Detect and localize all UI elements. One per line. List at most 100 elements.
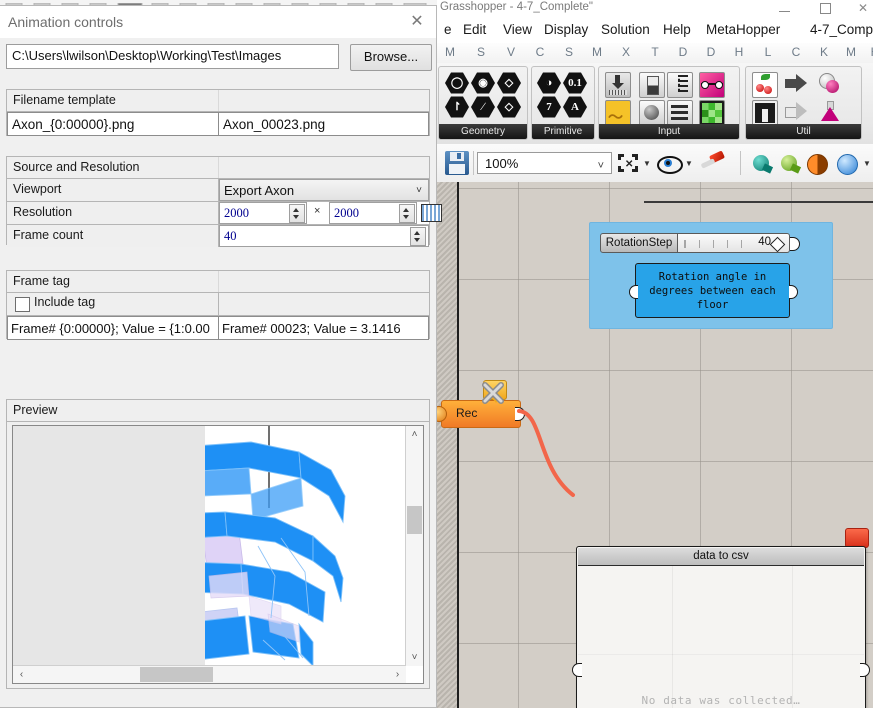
tab-colibri[interactable]: C	[788, 45, 804, 59]
input-toggle-icon[interactable]	[639, 72, 665, 98]
frame-count-cell: 40	[219, 225, 429, 247]
orange-sphere-icon[interactable]	[807, 154, 828, 175]
close-icon[interactable]: ✕	[848, 0, 873, 17]
filename-template-input[interactable]: Axon_{0:00000}.png	[7, 112, 219, 136]
geometry-brep-icon[interactable]: ◯	[445, 72, 469, 94]
viewport-select[interactable]: Export Axon ˅	[219, 179, 429, 201]
panel-output-port[interactable]	[789, 285, 798, 299]
slider-output-port[interactable]	[790, 237, 800, 251]
tab-maths[interactable]: M	[442, 45, 458, 59]
geometry-mesh-icon[interactable]: ◇	[497, 72, 521, 94]
panel-rotation-description[interactable]: Rotation angle in degrees between each f…	[635, 263, 790, 318]
preview-vscroll-thumb[interactable]	[407, 506, 422, 534]
preview-viewport[interactable]: ˄ ˅ ‹ ›	[12, 425, 424, 684]
panel-data-to-csv-body[interactable]: No data was collected…	[578, 566, 864, 708]
csv-red-marker[interactable]	[845, 528, 869, 548]
tab-metahopper[interactable]: M	[843, 45, 859, 59]
tab-vector[interactable]: V	[503, 45, 519, 59]
resolution-height-stepper[interactable]	[399, 204, 415, 223]
preview-vertical-scrollbar[interactable]: ˄ ˅	[405, 426, 423, 666]
util-tree-icon[interactable]	[752, 100, 778, 126]
green-paintcan-icon[interactable]	[779, 153, 801, 173]
primitive-boolean-icon[interactable]: ◑	[537, 72, 561, 94]
minimize-icon[interactable]	[769, 0, 799, 17]
tab-surface[interactable]: S	[561, 45, 577, 59]
group-rotation-step[interactable]: RotationStep 40 Rotation angle in degree…	[589, 222, 833, 329]
menu-file[interactable]: e	[441, 21, 455, 38]
preview-dropdown-arrow-icon[interactable]: ▼	[685, 159, 693, 168]
menu-view[interactable]: View	[500, 21, 535, 38]
tab-display[interactable]: D	[675, 45, 691, 59]
input-slider-icon[interactable]	[605, 72, 631, 98]
scroll-right-icon[interactable]: ›	[389, 666, 406, 683]
preview-horizontal-scrollbar[interactable]: ‹ ›	[13, 665, 406, 683]
util-cluster-icon[interactable]	[818, 72, 842, 96]
tab-transform[interactable]: T	[647, 45, 663, 59]
grasshopper-canvas[interactable]: RotationStep 40 Rotation angle in degree…	[435, 182, 873, 708]
resolution-preset-icon[interactable]	[421, 204, 442, 222]
tab-kangaroo[interactable]: K	[816, 45, 832, 59]
input-button-icon[interactable]	[639, 100, 665, 126]
geometry-plane-icon[interactable]: ◇	[497, 96, 521, 118]
tab-more[interactable]: H	[867, 45, 873, 59]
input-gradient-icon[interactable]	[699, 72, 725, 98]
frame-count-stepper[interactable]	[410, 227, 426, 246]
sketch-dropdown-arrow-icon[interactable]: ▼	[643, 159, 651, 168]
input-image-sampler-icon[interactable]	[699, 100, 725, 126]
slider-handle[interactable]	[770, 237, 786, 253]
util-flask-icon[interactable]	[818, 100, 842, 124]
eye-icon[interactable]	[657, 156, 679, 170]
input-value-list-icon[interactable]: ⋮	[667, 72, 693, 98]
primitive-number-icon[interactable]: 0.1	[563, 72, 587, 94]
menu-help[interactable]: Help	[660, 21, 694, 38]
tab-intersect[interactable]: X	[618, 45, 634, 59]
geometry-surface-icon[interactable]: ◉	[471, 72, 495, 94]
tab-human[interactable]: H	[731, 45, 747, 59]
panel-data-to-csv[interactable]: data to csv No data was collected…	[576, 546, 866, 708]
output-folder-input[interactable]: C:\Users\lwilson\Desktop\Working\Test\Im…	[6, 44, 339, 69]
tab-sets[interactable]: S	[473, 45, 489, 59]
include-tag-cell[interactable]: Include tag	[7, 293, 219, 315]
panel-input-port[interactable]	[629, 285, 638, 299]
tab-curve[interactable]: C	[532, 45, 548, 59]
geometry-line-icon[interactable]: ∕	[471, 96, 495, 118]
tab-ladybug[interactable]: L	[760, 45, 776, 59]
frame-count-input[interactable]: 40	[219, 225, 429, 247]
util-arrow-hollow-icon[interactable]	[784, 100, 808, 124]
menu-document[interactable]: 4-7_Comple	[807, 21, 873, 38]
panel-csv-input-port[interactable]	[572, 663, 582, 677]
input-graph-mapper-icon[interactable]: 〜	[605, 100, 631, 126]
close-icon[interactable]: ✕	[404, 11, 430, 33]
util-cherries-icon[interactable]	[752, 72, 778, 98]
color-dropdown-arrow-icon[interactable]: ▼	[863, 159, 871, 168]
panel-csv-output-port[interactable]	[860, 663, 870, 677]
zoom-level-combo[interactable]: 100% ˅	[477, 152, 612, 174]
scroll-left-icon[interactable]: ‹	[13, 666, 30, 683]
geometry-curve-icon[interactable]: ↾	[445, 96, 469, 118]
scroll-up-icon[interactable]: ˄	[406, 426, 423, 443]
paintbrush-icon[interactable]	[701, 153, 725, 173]
browse-button[interactable]: Browse...	[350, 44, 432, 71]
primitive-text-icon[interactable]: A	[563, 96, 587, 118]
include-tag-checkbox[interactable]	[15, 297, 30, 312]
menu-display[interactable]: Display	[541, 21, 591, 38]
primitive-integer-icon[interactable]: 7	[537, 96, 561, 118]
util-arrow-filled-icon[interactable]	[784, 72, 808, 96]
menu-solution[interactable]: Solution	[598, 21, 653, 38]
save-icon[interactable]	[445, 151, 469, 175]
blue-sphere-icon[interactable]	[837, 154, 858, 175]
tab-data[interactable]: D	[703, 45, 719, 59]
slider-track[interactable]: 40	[678, 233, 790, 253]
teal-paintcan-icon[interactable]	[751, 153, 773, 173]
resolution-width-stepper[interactable]	[289, 204, 305, 223]
number-slider-rotation-step[interactable]: RotationStep 40	[600, 233, 790, 253]
frame-tag-template-input[interactable]: Frame# {0:00000}; Value = {1:0.00	[7, 316, 219, 340]
tab-mesh[interactable]: M	[589, 45, 605, 59]
menu-metahopper[interactable]: MetaHopper	[703, 21, 783, 38]
menu-edit[interactable]: Edit	[460, 21, 489, 38]
input-panel-icon[interactable]	[667, 100, 693, 126]
maximize-icon[interactable]	[810, 0, 840, 17]
sketch-icon[interactable]: ✕	[618, 154, 638, 172]
scroll-down-icon[interactable]: ˅	[406, 649, 423, 666]
preview-hscroll-thumb[interactable]	[140, 667, 213, 682]
